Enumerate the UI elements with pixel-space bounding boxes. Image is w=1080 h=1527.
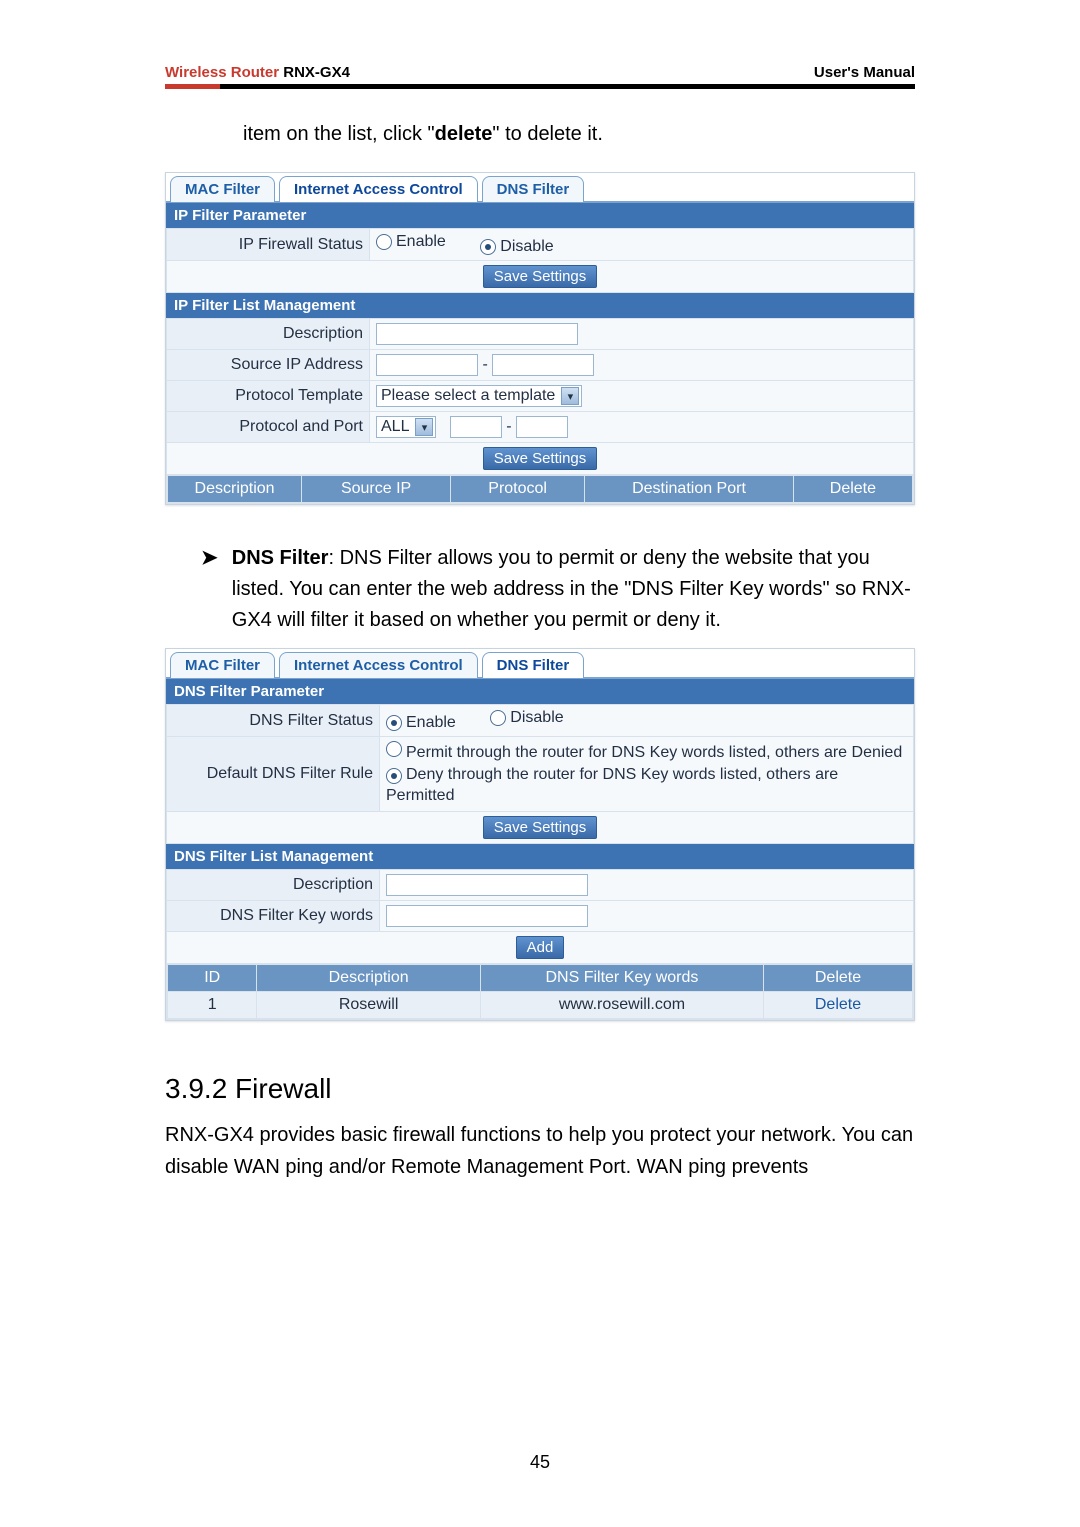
arrow-icon: ➤ — [201, 543, 218, 636]
tab-dns-filter-2[interactable]: DNS Filter — [482, 652, 585, 678]
cell-key: www.rosewill.com — [480, 992, 763, 1019]
radio-enable-dns[interactable]: Enable — [386, 714, 456, 732]
ip-firewall-status-label: IP Firewall Status — [167, 229, 370, 261]
table-row: 1 Rosewill www.rosewill.com Delete — [168, 992, 913, 1019]
cell-desc: Rosewill — [257, 992, 481, 1019]
section-dns-filter-parameter: DNS Filter Parameter — [166, 679, 914, 704]
page-number: 45 — [0, 1452, 1080, 1473]
source-ip-start-input[interactable] — [376, 354, 478, 376]
doc-header: Wireless Router RNX-GX4 User's Manual — [165, 64, 915, 81]
intro-post: " to delete it. — [492, 123, 603, 145]
radio-deny-label: Deny through the router for DNS Key word… — [386, 766, 838, 805]
section-ip-filter-list-mgmt: IP Filter List Management — [166, 293, 914, 318]
intro-line: item on the list, click "delete" to dele… — [243, 123, 915, 146]
tab-mac-filter[interactable]: MAC Filter — [170, 176, 275, 202]
cell-id: 1 — [168, 992, 257, 1019]
radio-disable[interactable]: Disable — [480, 238, 553, 256]
description-label: Description — [167, 319, 370, 350]
dns-filter-list-header: ID Description DNS Filter Key words Dele… — [168, 965, 913, 992]
dns-filter-parameter-table: DNS Filter Status Enable Disable Default… — [166, 704, 914, 844]
section-body: RNX-GX4 provides basic firewall function… — [165, 1119, 915, 1183]
col-dest-port: Destination Port — [585, 476, 794, 503]
tab-internet-access-control[interactable]: Internet Access Control — [279, 176, 478, 202]
dns-filter-list-table: Description DNS Filter Key words Add ID … — [166, 869, 914, 1020]
tab-mac-filter-2[interactable]: MAC Filter — [170, 652, 275, 678]
section-dns-filter-list-mgmt: DNS Filter List Management — [166, 844, 914, 869]
radio-disable-dns-label: Disable — [510, 709, 563, 727]
radio-enable-dns-label: Enable — [406, 714, 456, 732]
dns-filter-lead: DNS Filter — [232, 547, 329, 569]
radio-deny[interactable] — [386, 768, 402, 784]
col-description-2: Description — [257, 965, 481, 992]
radio-enable[interactable]: Enable — [376, 233, 446, 251]
dns-filter-status-label: DNS Filter Status — [167, 705, 380, 737]
radio-disable-dns[interactable]: Disable — [490, 709, 563, 727]
save-settings-button-3[interactable]: Save Settings — [483, 816, 598, 839]
col-keywords: DNS Filter Key words — [480, 965, 763, 992]
default-dns-rule-label: Default DNS Filter Rule — [167, 737, 380, 812]
dns-description-input[interactable] — [386, 874, 588, 896]
dns-filter-body: : DNS Filter allows you to permit or den… — [232, 547, 911, 631]
radio-permit[interactable] — [386, 741, 402, 757]
ip-filter-list-table: Description Source IP Address - Protocol… — [166, 318, 914, 504]
chevron-down-icon: ▾ — [561, 387, 579, 405]
manual-label: User's Manual — [814, 64, 915, 81]
dns-keywords-input[interactable] — [386, 905, 588, 927]
dash: - — [506, 418, 511, 435]
brand: Wireless Router — [165, 64, 279, 81]
protocol-select[interactable]: ALL ▾ — [376, 416, 436, 438]
source-ip-end-input[interactable] — [492, 354, 594, 376]
col-source-ip: Source IP — [302, 476, 451, 503]
protocol-value: ALL — [381, 418, 409, 436]
description-input[interactable] — [376, 323, 578, 345]
header-rule — [165, 84, 915, 89]
save-settings-button-2[interactable]: Save Settings — [483, 447, 598, 470]
protocol-template-select[interactable]: Please select a template ▾ — [376, 385, 582, 407]
dns-description-label: Description — [167, 870, 380, 901]
radio-enable-label: Enable — [396, 233, 446, 251]
source-ip-label: Source IP Address — [167, 350, 370, 381]
section-heading: 3.9.2 Firewall — [165, 1073, 915, 1105]
col-delete: Delete — [793, 476, 912, 503]
chevron-down-icon: ▾ — [415, 418, 433, 436]
col-delete-2: Delete — [763, 965, 912, 992]
col-description: Description — [168, 476, 302, 503]
save-settings-button[interactable]: Save Settings — [483, 265, 598, 288]
ip-filter-parameter-table: IP Firewall Status Enable Disable Save S… — [166, 228, 914, 293]
ip-filter-card: MAC Filter Internet Access Control DNS F… — [165, 172, 915, 505]
tab-internet-access-control-2[interactable]: Internet Access Control — [279, 652, 478, 678]
dns-filter-paragraph: ➤ DNS Filter: DNS Filter allows you to p… — [201, 543, 915, 636]
dns-keywords-label: DNS Filter Key words — [167, 901, 380, 932]
port-end-input[interactable] — [516, 416, 568, 438]
ip-filter-list-header: Description Source IP Protocol Destinati… — [167, 475, 914, 504]
col-id: ID — [168, 965, 257, 992]
tab-bar: MAC Filter Internet Access Control DNS F… — [166, 173, 914, 203]
tab-dns-filter[interactable]: DNS Filter — [482, 176, 585, 202]
delete-link[interactable]: Delete — [815, 996, 861, 1013]
radio-disable-label: Disable — [500, 238, 553, 256]
port-start-input[interactable] — [450, 416, 502, 438]
protocol-template-label: Protocol Template — [167, 381, 370, 412]
tab-bar-2: MAC Filter Internet Access Control DNS F… — [166, 649, 914, 679]
protocol-port-label: Protocol and Port — [167, 412, 370, 443]
dash: - — [482, 356, 487, 373]
col-protocol: Protocol — [451, 476, 585, 503]
protocol-template-value: Please select a template — [381, 387, 555, 405]
add-button[interactable]: Add — [516, 936, 565, 959]
section-ip-filter-parameter: IP Filter Parameter — [166, 203, 914, 228]
model: RNX-GX4 — [283, 64, 350, 81]
radio-permit-label: Permit through the router for DNS Key wo… — [406, 744, 902, 761]
dns-filter-card: MAC Filter Internet Access Control DNS F… — [165, 648, 915, 1021]
intro-pre: item on the list, click " — [243, 123, 435, 145]
intro-bold: delete — [435, 123, 493, 145]
